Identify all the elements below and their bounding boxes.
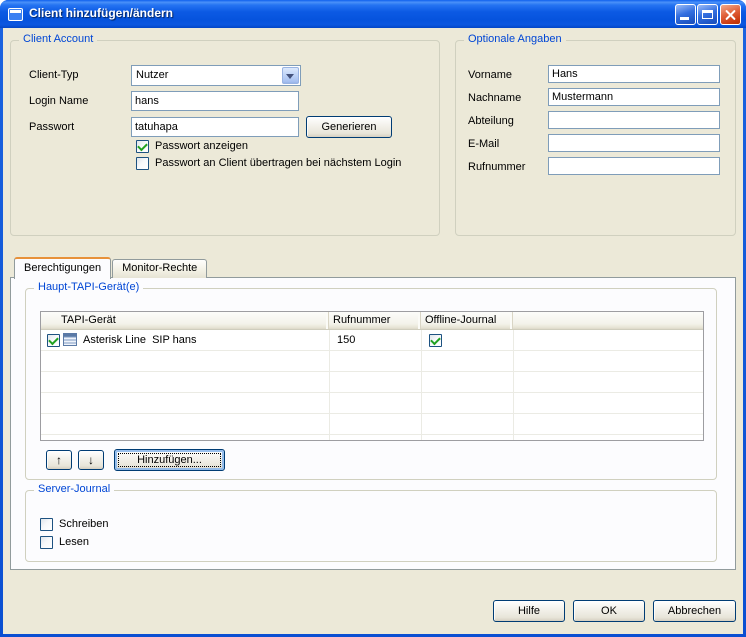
server-journal-group-title: Server-Journal (34, 483, 114, 495)
minimize-icon (680, 17, 689, 20)
window-title: Client hinzufügen/ändern (29, 6, 173, 20)
passwort-label: Passwort (29, 121, 74, 133)
column-header-tapi-geraet[interactable]: TAPI-Gerät (41, 312, 329, 329)
generieren-button[interactable]: Generieren (306, 116, 392, 138)
email-label: E-Mail (468, 138, 499, 150)
passwort-anzeigen-checkbox[interactable] (136, 140, 149, 153)
down-arrow-icon: ↓ (88, 454, 94, 466)
column-header-offline-journal[interactable]: Offline-Journal (421, 312, 513, 329)
dialog-body: Client Account Client-Typ Nutzer Login N… (3, 28, 743, 634)
nachname-label: Nachname (468, 92, 521, 104)
server-journal-group: Server-Journal Schreiben Lesen (25, 490, 717, 562)
lesen-checkbox[interactable] (40, 536, 53, 549)
hilfe-button[interactable]: Hilfe (493, 600, 565, 622)
passwort-input[interactable] (131, 117, 299, 137)
ok-button[interactable]: OK (573, 600, 645, 622)
chevron-down-icon (286, 74, 294, 79)
device-name: Asterisk Line SIP hans (83, 334, 197, 346)
tapi-device-table: TAPI-Gerät Rufnummer Offline-Journal (40, 311, 704, 441)
schreiben-checkbox[interactable] (40, 518, 53, 531)
haupt-tapi-group: Haupt-TAPI-Gerät(e) TAPI-Gerät Rufnummer… (25, 288, 717, 480)
column-header-rufnummer[interactable]: Rufnummer (329, 312, 421, 329)
rufnummer-label: Rufnummer (468, 161, 525, 173)
haupt-tapi-group-title: Haupt-TAPI-Gerät(e) (34, 281, 143, 293)
titlebar[interactable]: Client hinzufügen/ändern (0, 0, 746, 28)
minimize-button[interactable] (675, 4, 696, 25)
berechtigungen-tab-panel: Haupt-TAPI-Gerät(e) TAPI-Gerät Rufnummer… (10, 277, 736, 570)
window-icon[interactable] (8, 8, 23, 21)
maximize-button[interactable] (697, 4, 718, 25)
tab-monitor-rechte[interactable]: Monitor-Rechte (112, 259, 207, 278)
client-account-group-title: Client Account (19, 33, 97, 45)
email-input[interactable] (548, 134, 720, 152)
abteilung-label: Abteilung (468, 115, 514, 127)
maximize-icon (702, 10, 713, 19)
nachname-input[interactable] (548, 88, 720, 106)
schreiben-label: Schreiben (59, 518, 109, 530)
vorname-input[interactable] (548, 65, 720, 83)
close-button[interactable] (720, 4, 741, 25)
tab-berechtigungen[interactable]: Berechtigungen (14, 257, 111, 279)
optionale-angaben-group-title: Optionale Angaben (464, 33, 566, 45)
tab-strip: Berechtigungen Monitor-Rechte (14, 256, 208, 278)
passwort-uebertragen-label: Passwort an Client übertragen bei nächst… (155, 157, 401, 169)
client-typ-label: Client-Typ (29, 69, 79, 81)
move-up-button[interactable]: ↑ (46, 450, 72, 470)
dialog-window: Client hinzufügen/ändern Client Account … (0, 0, 746, 637)
login-name-input[interactable] (131, 91, 299, 111)
column-header-filler (513, 312, 703, 329)
hinzufuegen-button[interactable]: Hinzufügen... (114, 449, 225, 471)
optionale-angaben-group: Optionale Angaben Vorname Nachname Abtei… (455, 40, 736, 236)
offline-journal-checkbox[interactable] (429, 334, 442, 347)
tapi-table-body: Asterisk Line SIP hans 150 (41, 330, 703, 440)
lesen-label: Lesen (59, 536, 89, 548)
device-enabled-checkbox[interactable] (47, 334, 60, 347)
passwort-uebertragen-checkbox[interactable] (136, 157, 149, 170)
client-typ-select[interactable]: Nutzer (131, 65, 301, 86)
rufnummer-input[interactable] (548, 157, 720, 175)
abbrechen-button[interactable]: Abbrechen (653, 600, 736, 622)
tapi-table-header: TAPI-Gerät Rufnummer Offline-Journal (41, 312, 703, 330)
device-rufnummer: 150 (337, 334, 355, 346)
passwort-anzeigen-label: Passwort anzeigen (155, 140, 248, 152)
up-arrow-icon: ↑ (56, 454, 62, 466)
move-down-button[interactable]: ↓ (78, 450, 104, 470)
vorname-label: Vorname (468, 69, 512, 81)
client-typ-selected-value: Nutzer (136, 69, 168, 81)
tapi-device-icon (62, 332, 78, 347)
login-name-label: Login Name (29, 95, 88, 107)
abteilung-input[interactable] (548, 111, 720, 129)
combo-dropdown-button[interactable] (282, 67, 299, 84)
client-account-group: Client Account Client-Typ Nutzer Login N… (10, 40, 440, 236)
table-row[interactable]: Asterisk Line SIP hans 150 (41, 330, 703, 351)
